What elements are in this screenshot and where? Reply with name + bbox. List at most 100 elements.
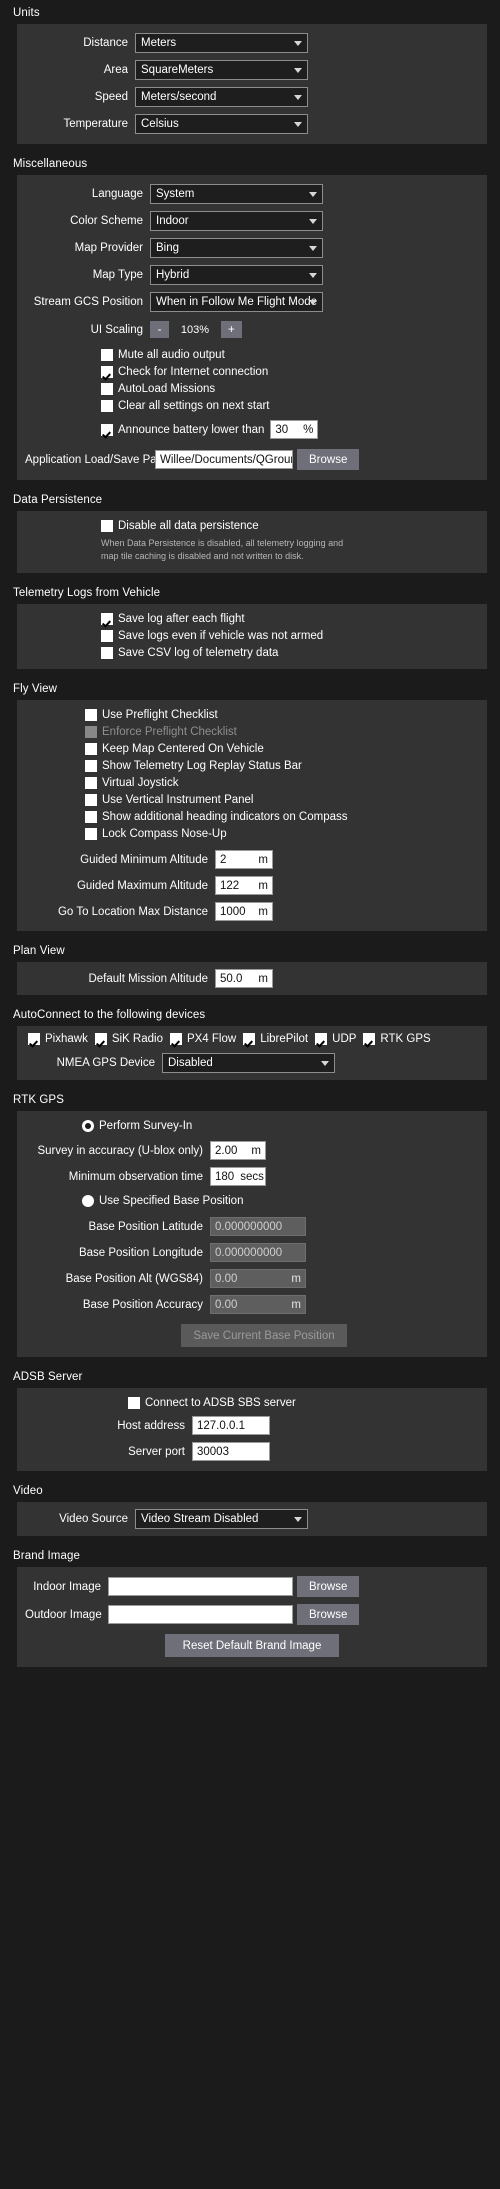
checkbox-row-autoconnect-rtk-gps[interactable]: RTK GPS <box>363 1033 431 1045</box>
adsb-host-address-input[interactable]: 127.0.0.1 <box>192 1416 270 1435</box>
checkbox-label-autoconnect-px4-flow: PX4 Flow <box>186 1033 237 1045</box>
guided-max-altitude-input[interactable]: 122 m <box>215 876 273 895</box>
checkbox-row-autoconnect-sik-radio[interactable]: SiK Radio <box>94 1033 163 1045</box>
fly-view-row-guided-max-alt: Guided Maximum Altitude 122 m <box>25 876 479 895</box>
checkbox-virtual-joystick[interactable] <box>85 777 97 789</box>
checkbox-vertical-instrument-panel[interactable] <box>85 794 97 806</box>
checkbox-use-preflight-checklist[interactable] <box>85 709 97 721</box>
checkbox-row-keep-map-centered[interactable]: Keep Map Centered On Vehicle <box>85 743 479 755</box>
combo-distance-units[interactable]: Meters <box>135 33 308 53</box>
combo-temperature-units[interactable]: Celsius <box>135 114 308 134</box>
chevron-down-icon <box>294 95 302 100</box>
combo-language[interactable]: System <box>150 184 323 204</box>
label-nmea-gps-device: NMEA GPS Device <box>56 1057 155 1069</box>
application-path-row: Application Load/Save Path Willee/Docume… <box>25 449 479 470</box>
checkbox-row-virtual-joystick[interactable]: Virtual Joystick <box>85 777 479 789</box>
radio-perform-survey-in[interactable] <box>82 1120 94 1132</box>
base-accuracy-input[interactable]: 0.00 m <box>210 1295 306 1314</box>
radio-row-perform-survey-in[interactable]: Perform Survey-In <box>25 1120 479 1132</box>
checkbox-row-connect-adsb[interactable]: Connect to ADSB SBS server <box>25 1397 479 1409</box>
checkbox-save-csv-log[interactable] <box>101 647 113 659</box>
checkbox-autoconnect-px4-flow[interactable] <box>169 1033 182 1045</box>
checkbox-autoload-missions[interactable] <box>101 383 113 395</box>
checkbox-row-autoconnect-px4-flow[interactable]: PX4 Flow <box>169 1033 237 1045</box>
goto-max-distance-input[interactable]: 1000 m <box>215 902 273 921</box>
combo-color-scheme[interactable]: Indoor <box>150 211 323 231</box>
combo-area-units[interactable]: SquareMeters <box>135 60 308 80</box>
checkbox-row-autoconnect-librepilot[interactable]: LibrePilot <box>243 1033 308 1045</box>
checkbox-row-check-internet[interactable]: Check for Internet connection <box>101 366 479 378</box>
combo-map-type[interactable]: Hybrid <box>150 265 323 285</box>
radio-row-use-specified-base-position[interactable]: Use Specified Base Position <box>25 1195 479 1207</box>
label-default-mission-altitude: Default Mission Altitude <box>88 972 208 985</box>
checkbox-row-mute-audio[interactable]: Mute all audio output <box>101 349 479 361</box>
checkbox-row-use-preflight-checklist[interactable]: Use Preflight Checklist <box>85 709 479 721</box>
battery-threshold-input[interactable]: 30 % <box>270 420 319 439</box>
checkbox-row-save-log-each-flight[interactable]: Save log after each flight <box>101 613 479 625</box>
adsb-server-port-input[interactable]: 30003 <box>192 1442 270 1461</box>
min-observation-time-unit: secs <box>240 1170 264 1183</box>
checkbox-row-vertical-instrument-panel[interactable]: Use Vertical Instrument Panel <box>85 794 479 806</box>
label-color-scheme: Color Scheme <box>70 215 143 227</box>
application-path-input[interactable]: Willee/Documents/QGroundControl <box>155 450 293 469</box>
rtk-row-base-alt: Base Position Alt (WGS84) 0.00 m <box>25 1269 479 1288</box>
checkbox-row-announce-battery[interactable]: Announce battery lower than 30 % <box>101 420 479 439</box>
combo-video-source[interactable]: Video Stream Disabled <box>135 1509 308 1529</box>
checkbox-save-logs-not-armed[interactable] <box>101 630 113 642</box>
combo-stream-gcs-position[interactable]: When in Follow Me Flight Mode <box>150 292 323 312</box>
checkbox-autoconnect-sik-radio[interactable] <box>94 1033 107 1045</box>
checkbox-row-autoload-missions[interactable]: AutoLoad Missions <box>101 383 479 395</box>
label-stream-gcs-position: Stream GCS Position <box>33 296 143 308</box>
base-longitude-input[interactable]: 0.000000000 <box>210 1243 306 1262</box>
checkbox-announce-battery[interactable] <box>101 423 113 436</box>
checkbox-check-internet[interactable] <box>101 366 113 378</box>
outdoor-image-input[interactable] <box>108 1605 293 1624</box>
combo-speed-units[interactable]: Meters/second <box>135 87 308 107</box>
checkbox-row-disable-persistence[interactable]: Disable all data persistence <box>101 520 479 532</box>
base-latitude-input[interactable]: 0.000000000 <box>210 1217 306 1236</box>
outdoor-image-browse-button[interactable]: Browse <box>297 1604 360 1625</box>
section-units: Units Distance Meters Area SquareMeters … <box>0 0 500 144</box>
checkbox-autoconnect-librepilot[interactable] <box>243 1033 256 1045</box>
ui-scaling-decrease-button[interactable]: - <box>150 321 169 338</box>
checkbox-row-lock-compass-nose-up[interactable]: Lock Compass Nose-Up <box>85 828 479 840</box>
indoor-image-browse-button[interactable]: Browse <box>297 1576 360 1597</box>
checkbox-autoconnect-udp[interactable] <box>315 1033 328 1045</box>
combo-map-provider[interactable]: Bing <box>150 238 323 258</box>
application-path-browse-button[interactable]: Browse <box>297 449 360 470</box>
guided-min-altitude-input[interactable]: 2 m <box>215 850 273 869</box>
min-observation-time-input[interactable]: 180 secs <box>210 1167 266 1186</box>
checkbox-save-log-each-flight[interactable] <box>101 613 113 625</box>
checkbox-keep-map-centered[interactable] <box>85 743 97 755</box>
checkbox-show-telemetry-replay-bar[interactable] <box>85 760 97 772</box>
checkbox-heading-indicators-compass[interactable] <box>85 811 97 823</box>
checkbox-row-heading-indicators-compass[interactable]: Show additional heading indicators on Co… <box>85 811 479 823</box>
base-alt-input[interactable]: 0.00 m <box>210 1269 306 1288</box>
ui-scaling-increase-button[interactable]: + <box>221 321 242 338</box>
checkbox-row-save-csv-log[interactable]: Save CSV log of telemetry data <box>101 647 479 659</box>
reset-default-brand-image-button[interactable]: Reset Default Brand Image <box>164 1634 340 1657</box>
checkbox-clear-settings[interactable] <box>101 400 113 412</box>
guided-min-altitude-value: 2 <box>220 853 227 866</box>
checkbox-row-show-telemetry-replay-bar[interactable]: Show Telemetry Log Replay Status Bar <box>85 760 479 772</box>
checkbox-row-autoconnect-udp[interactable]: UDP <box>315 1033 356 1045</box>
save-current-base-position-button[interactable]: Save Current Base Position <box>181 1324 347 1347</box>
brand-image-panel: Indoor Image Browse Outdoor Image Browse… <box>17 1567 487 1667</box>
checkbox-row-autoconnect-pixhawk[interactable]: Pixhawk <box>28 1033 88 1045</box>
label-min-observation-time: Minimum observation time <box>68 1170 203 1183</box>
rtk-gps-panel: Perform Survey-In Survey in accuracy (U-… <box>17 1111 487 1357</box>
checkbox-autoconnect-rtk-gps[interactable] <box>363 1033 376 1045</box>
checkbox-lock-compass-nose-up[interactable] <box>85 828 97 840</box>
default-mission-altitude-input[interactable]: 50.0 m <box>215 969 273 988</box>
checkbox-label-connect-adsb: Connect to ADSB SBS server <box>145 1397 296 1409</box>
combo-nmea-gps-device[interactable]: Disabled <box>162 1053 335 1073</box>
checkbox-row-save-logs-not-armed[interactable]: Save logs even if vehicle was not armed <box>101 630 479 642</box>
checkbox-connect-adsb[interactable] <box>128 1397 140 1409</box>
checkbox-autoconnect-pixhawk[interactable] <box>28 1033 40 1045</box>
checkbox-disable-persistence[interactable] <box>101 520 113 532</box>
survey-accuracy-input[interactable]: 2.00 m <box>210 1141 266 1160</box>
radio-use-specified-base-position[interactable] <box>82 1195 94 1207</box>
checkbox-row-clear-settings[interactable]: Clear all settings on next start <box>101 400 479 412</box>
indoor-image-input[interactable] <box>108 1577 293 1596</box>
checkbox-mute-audio[interactable] <box>101 349 113 361</box>
